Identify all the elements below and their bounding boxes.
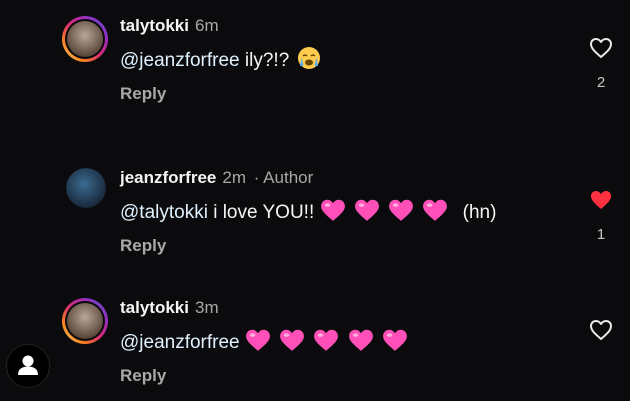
username[interactable]: talytokki <box>120 16 189 35</box>
like-count: 1 <box>596 226 606 243</box>
comment-header: talytokki 3m <box>120 298 219 318</box>
author-tag: · Author <box>253 168 314 187</box>
pink-heart-icons <box>245 328 411 358</box>
timestamp: 6m <box>194 16 219 35</box>
comment-text: @jeanzforfree <box>120 328 411 358</box>
profile-button[interactable] <box>6 344 50 388</box>
comment-text: @jeanzforfree ily?!? <box>120 46 321 76</box>
mention-link[interactable]: @talytokki <box>120 202 208 223</box>
comment-2: jeanzforfree 2m · Author @talytokki i lov… <box>0 152 630 262</box>
mention-link[interactable]: @jeanzforfree <box>120 332 240 353</box>
comment-1: talytokki 6m @jeanzforfree ily?!? Reply 2 <box>0 0 630 110</box>
avatar[interactable] <box>62 298 108 344</box>
like-count: 2 <box>596 74 606 91</box>
mention-link[interactable]: @jeanzforfree <box>120 50 240 71</box>
comment-body: i love YOU!! <box>213 202 315 224</box>
pink-heart-icon <box>320 199 345 221</box>
heart-outline-icon[interactable] <box>589 36 613 60</box>
comment-header: jeanzforfree 2m · Author <box>120 168 313 188</box>
reply-button[interactable]: Reply <box>120 84 166 104</box>
timestamp: 2m <box>222 168 246 187</box>
pink-heart-icon <box>348 329 373 351</box>
pink-heart-icon <box>383 329 407 351</box>
comment-3: talytokki 3m @jeanzforfree Reply <box>0 282 630 392</box>
heart-filled-icon[interactable] <box>589 188 613 212</box>
comment-body: ily?!? <box>244 50 290 72</box>
crying-face-icon <box>297 46 321 76</box>
pink-heart-icon <box>245 329 270 351</box>
avatar[interactable] <box>62 16 108 62</box>
person-icon <box>18 355 38 375</box>
username[interactable]: talytokki <box>120 298 189 317</box>
comment-header: talytokki 6m <box>120 16 219 36</box>
timestamp: 3m <box>194 298 219 317</box>
heart-outline-icon[interactable] <box>589 318 613 342</box>
pink-heart-icon <box>423 199 448 221</box>
comment-text: @talytokki i love YOU!! (hn) <box>120 198 496 228</box>
pink-heart-icon <box>354 199 379 221</box>
reply-button[interactable]: Reply <box>120 366 166 386</box>
comment-suffix: (hn) <box>462 202 497 224</box>
pink-heart-icons <box>320 198 452 228</box>
pink-heart-icon <box>280 329 305 351</box>
pink-heart-icon <box>314 329 339 351</box>
username[interactable]: jeanzforfree <box>120 168 216 187</box>
pink-heart-icon <box>389 199 413 221</box>
avatar[interactable] <box>66 168 106 208</box>
reply-button[interactable]: Reply <box>120 236 166 256</box>
